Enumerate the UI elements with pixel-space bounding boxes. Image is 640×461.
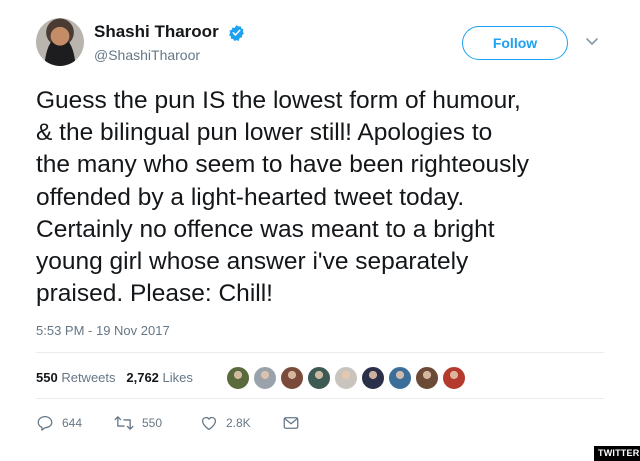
liker-avatar[interactable] [226,366,250,390]
verified-badge-icon [229,25,244,41]
twitter-watermark: TWITTER [594,446,640,461]
liker-avatar[interactable] [307,366,331,390]
tweet-card: Shashi Tharoor @ShashiTharoor Follow Gue… [0,0,640,461]
liker-avatar[interactable] [334,366,358,390]
retweets-count: 550 [36,370,58,385]
author-name[interactable]: Shashi Tharoor [94,22,219,42]
tweet-text-line: the many who seem to have been righteous… [36,151,530,179]
likes-label: Likes [162,370,193,385]
tweet-text-line: & the bilingual pun lower still! Apologi… [36,119,493,147]
liker-avatar[interactable] [280,366,304,390]
chevron-down-icon[interactable] [585,37,599,47]
tweet-timestamp[interactable]: 5:53 PM - 19 Nov 2017 [36,323,170,338]
tweet-text-line: offended by a light-hearted tweet today. [36,183,465,211]
likes-stat[interactable]: 2,762 Likes [126,370,193,385]
retweet-button[interactable]: 550 [114,414,162,432]
tweet-text-line: young girl whose answer i've separately [36,248,469,276]
like-button[interactable]: 2.8K [200,414,251,432]
reply-button[interactable]: 644 [36,414,82,432]
likes-count: 2,762 [126,370,159,385]
author-handle[interactable]: @ShashiTharoor [94,47,200,63]
direct-message-icon [283,417,299,429]
follow-button[interactable]: Follow [462,26,568,60]
direct-message-button[interactable] [282,414,300,432]
liker-avatar[interactable] [388,366,412,390]
liker-avatar[interactable] [253,366,277,390]
heart-icon [201,416,217,431]
liker-avatar[interactable] [415,366,439,390]
retweet-icon [114,416,134,430]
engagement-stats: 550 Retweets 2,762 Likes [36,370,193,385]
liker-avatar[interactable] [442,366,466,390]
tweet-text-line: praised. Please: Chill! [36,280,273,308]
like-count: 2.8K [226,416,251,430]
tweet-text: Guess the pun IS the lowest form of humo… [36,85,616,310]
tweet-text-line: Certainly no offence was meant to a brig… [36,215,495,243]
reply-icon [37,415,53,431]
tweet-text-line: Guess the pun IS the lowest form of humo… [36,87,521,114]
retweet-count: 550 [142,416,163,430]
retweets-stat[interactable]: 550 Retweets [36,370,116,385]
liker-avatar[interactable] [361,366,385,390]
divider [36,352,604,353]
author-avatar[interactable] [36,18,84,66]
retweets-label: Retweets [61,370,116,385]
reply-count: 644 [62,416,83,430]
divider [36,398,604,399]
